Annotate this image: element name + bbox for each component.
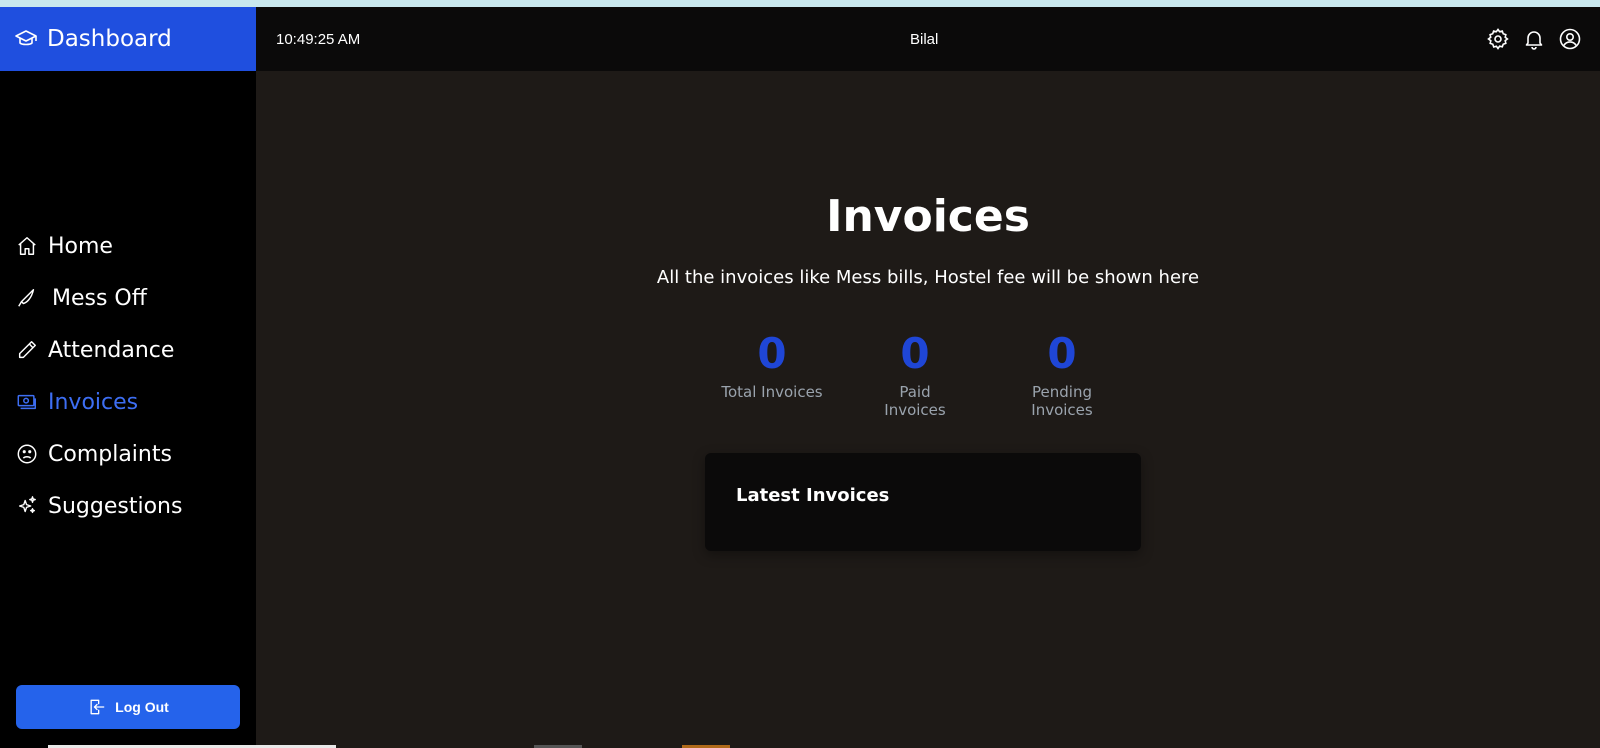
app-window: Dashboard 10:49:25 AM Bilal Home Mess Of…	[0, 7, 1600, 748]
latest-invoices-card: Latest Invoices	[705, 453, 1141, 551]
card-title: Latest Invoices	[736, 485, 890, 506]
clock-time: 10:49:25 AM	[276, 31, 361, 48]
stat-label: Paid Invoices	[884, 383, 946, 419]
brand-title: Dashboard	[47, 26, 172, 52]
top-bar: 10:49:25 AM Bilal	[256, 7, 1600, 71]
stat-total-invoices: 0 Total Invoices	[720, 329, 824, 401]
stat-label: Pending Invoices	[1031, 383, 1093, 419]
main-content: Invoices All the invoices like Mess bill…	[256, 71, 1600, 748]
sidebar-item-label: Attendance	[48, 337, 175, 363]
sidebar-item-complaints[interactable]: Complaints	[16, 428, 182, 480]
logout-icon	[87, 697, 107, 717]
sidebar-item-attendance[interactable]: Attendance	[16, 324, 182, 376]
logout-label: Log Out	[115, 699, 169, 715]
stat-value: 0	[900, 329, 930, 378]
gear-icon[interactable]	[1486, 27, 1510, 51]
sidebar-item-label: Home	[48, 233, 113, 259]
stat-label: Total Invoices	[721, 383, 823, 401]
bell-icon[interactable]	[1522, 27, 1546, 51]
sidebar-item-mess-off[interactable]: Mess Off	[16, 272, 182, 324]
sidebar-nav: Home Mess Off Attendance Invoices Compla…	[16, 220, 182, 532]
sidebar-item-invoices[interactable]: Invoices	[16, 376, 182, 428]
stat-value: 0	[1047, 329, 1077, 378]
user-name: Bilal	[910, 31, 939, 48]
sidebar-item-label: Complaints	[48, 441, 172, 467]
sad-face-icon	[16, 443, 38, 465]
brand-header[interactable]: Dashboard	[0, 7, 256, 71]
sidebar-item-label: Invoices	[48, 389, 139, 415]
pencil-icon	[16, 339, 38, 361]
sidebar-item-home[interactable]: Home	[16, 220, 182, 272]
sidebar-item-label: Mess Off	[52, 285, 147, 311]
page-title: Invoices	[826, 191, 1030, 242]
home-icon	[16, 235, 38, 257]
logout-button[interactable]: Log Out	[16, 685, 240, 729]
sidebar-item-label: Suggestions	[48, 493, 183, 519]
page-subtitle: All the invoices like Mess bills, Hostel…	[656, 267, 1200, 288]
sidebar: Home Mess Off Attendance Invoices Compla…	[0, 71, 256, 748]
cash-icon	[16, 391, 38, 413]
stat-value: 0	[757, 329, 787, 378]
user-circle-icon[interactable]	[1558, 27, 1582, 51]
sparkles-icon	[16, 495, 38, 517]
topbar-icons	[1486, 27, 1582, 51]
graduation-cap-icon	[14, 27, 38, 51]
sidebar-item-suggestions[interactable]: Suggestions	[16, 480, 182, 532]
stat-paid-invoices: 0 Paid Invoices	[868, 329, 962, 419]
knife-icon	[16, 287, 38, 309]
stat-pending-invoices: 0 Pending Invoices	[1002, 329, 1122, 419]
